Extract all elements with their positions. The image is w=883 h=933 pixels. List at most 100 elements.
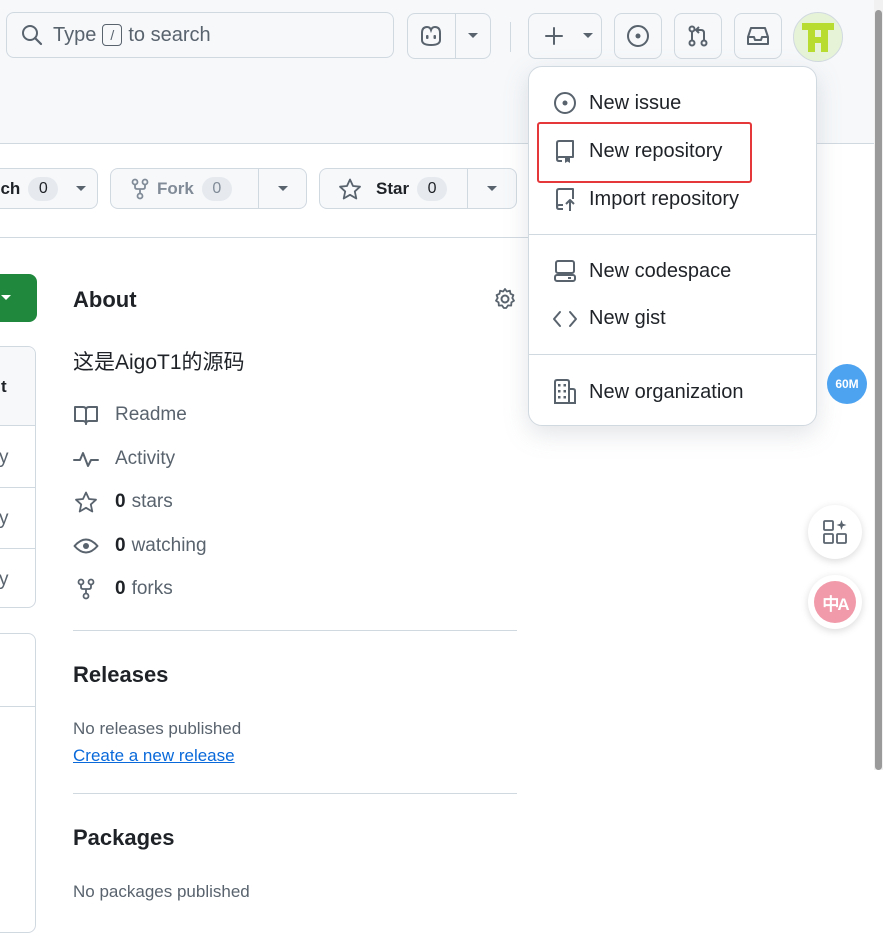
stars-link[interactable]: 0 stars (73, 491, 173, 513)
repo-push-icon (551, 187, 579, 211)
menu-item-import-repository[interactable]: Import repository (551, 187, 739, 211)
fork-caret[interactable] (258, 169, 306, 208)
menu-item-new-gist[interactable]: New gist (551, 307, 666, 330)
search-prefix: Type (53, 23, 97, 46)
fork-count: 0 (201, 176, 232, 201)
readme-label: Readme (115, 404, 187, 425)
menu-divider (529, 234, 816, 235)
readme-panel (0, 633, 36, 933)
forks-label: forks (131, 578, 173, 599)
packages-title[interactable]: Packages (73, 825, 175, 851)
triangle-down-icon (0, 294, 12, 302)
pulse-icon (73, 449, 99, 469)
codespaces-icon (551, 259, 579, 283)
menu-item-label: New gist (589, 307, 666, 329)
user-avatar[interactable] (793, 12, 843, 62)
packages-empty-text: No packages published (73, 882, 250, 901)
watching-count: 0 (115, 535, 126, 556)
menu-item-new-codespace[interactable]: New codespace (551, 259, 731, 283)
section-divider (0, 237, 528, 238)
watch-label: ch (0, 178, 21, 198)
readme-link[interactable]: Readme (73, 404, 187, 426)
file-list-header-text: t (1, 377, 7, 396)
file-row-text: y (0, 447, 9, 468)
triangle-down-icon (582, 32, 594, 40)
header-divider (510, 22, 511, 52)
repo-description: 这是AigoT1的源码 (73, 351, 245, 374)
translate-icon: 中A (814, 581, 856, 623)
gear-icon[interactable] (493, 287, 517, 311)
menu-item-label: New organization (589, 380, 744, 403)
releases-empty-text: No releases published (73, 719, 242, 738)
watching-link[interactable]: 0 watching (73, 535, 207, 557)
code-icon (551, 309, 579, 329)
activity-label: Activity (115, 448, 176, 469)
forks-count: 0 (115, 578, 126, 599)
create-caret (577, 14, 599, 58)
divider (0, 548, 35, 549)
scrollbar-thumb[interactable] (875, 10, 882, 770)
create-release-link[interactable]: Create a new release (73, 746, 235, 766)
apps-widget-button[interactable] (808, 505, 862, 559)
triangle-down-icon (467, 32, 479, 40)
copilot-icon (418, 24, 444, 48)
menu-item-label: New issue (589, 91, 682, 114)
git-pull-request-icon (686, 24, 710, 48)
section-divider (73, 630, 517, 631)
forks-link[interactable]: 0 forks (73, 578, 173, 600)
triangle-down-icon (486, 185, 498, 193)
pull-requests-button[interactable] (674, 13, 722, 59)
fork-button[interactable]: Fork 0 (110, 168, 307, 209)
fork-icon (73, 578, 99, 600)
plus-segment (531, 14, 577, 58)
watch-button[interactable]: ch 0 (0, 168, 98, 209)
copilot-button[interactable] (408, 14, 455, 58)
memory-badge-text: 60M (835, 377, 859, 391)
translate-widget-button[interactable]: 中A (808, 575, 862, 629)
section-divider (73, 793, 517, 794)
star-icon (73, 491, 99, 513)
issues-button[interactable] (614, 13, 662, 59)
watch-caret[interactable] (64, 169, 97, 208)
search-placeholder: Type / to search (53, 24, 211, 47)
menu-item-new-issue[interactable]: New issue (551, 91, 681, 115)
memory-badge[interactable]: 60M (827, 364, 867, 404)
star-icon (338, 178, 362, 200)
copilot-button-group (407, 13, 491, 59)
divider (0, 425, 35, 426)
inbox-icon (745, 25, 771, 47)
stars-label: stars (131, 491, 173, 512)
fork-main: Fork 0 (111, 169, 258, 208)
issue-opened-icon (551, 91, 579, 115)
translate-glyph: 中A (822, 594, 849, 614)
divider (0, 487, 35, 488)
star-caret[interactable] (467, 169, 516, 208)
star-button[interactable]: Star 0 (319, 168, 517, 209)
activity-link[interactable]: Activity (73, 448, 175, 470)
menu-item-label: New codespace (589, 259, 732, 282)
fork-icon (131, 178, 149, 200)
menu-item-label: Import repository (589, 187, 740, 210)
search-input[interactable]: Type / to search (6, 12, 394, 58)
organization-icon (551, 379, 579, 405)
releases-title[interactable]: Releases (73, 662, 168, 688)
inbox-button[interactable] (734, 13, 782, 59)
create-new-menu: New issue New repository Import reposito… (528, 66, 817, 426)
create-new-button[interactable] (528, 13, 602, 59)
search-suffix: to search (128, 23, 211, 46)
star-main: Star 0 (320, 169, 467, 208)
search-shortcut-key: / (102, 24, 123, 46)
file-row-text: y (0, 569, 9, 590)
apps-grid-icon (821, 518, 849, 546)
copilot-dropdown-button[interactable] (456, 14, 490, 58)
menu-divider (529, 354, 816, 355)
star-label: Star (376, 178, 410, 198)
file-list-panel: t y y y (0, 346, 36, 608)
file-row-text: y (0, 508, 9, 529)
avatar-pattern-icon (802, 23, 834, 52)
triangle-down-icon (75, 185, 87, 193)
star-count: 0 (417, 176, 448, 201)
menu-item-new-organization[interactable]: New organization (551, 379, 744, 405)
watch-count: 0 (28, 176, 59, 201)
code-button[interactable] (0, 274, 37, 322)
